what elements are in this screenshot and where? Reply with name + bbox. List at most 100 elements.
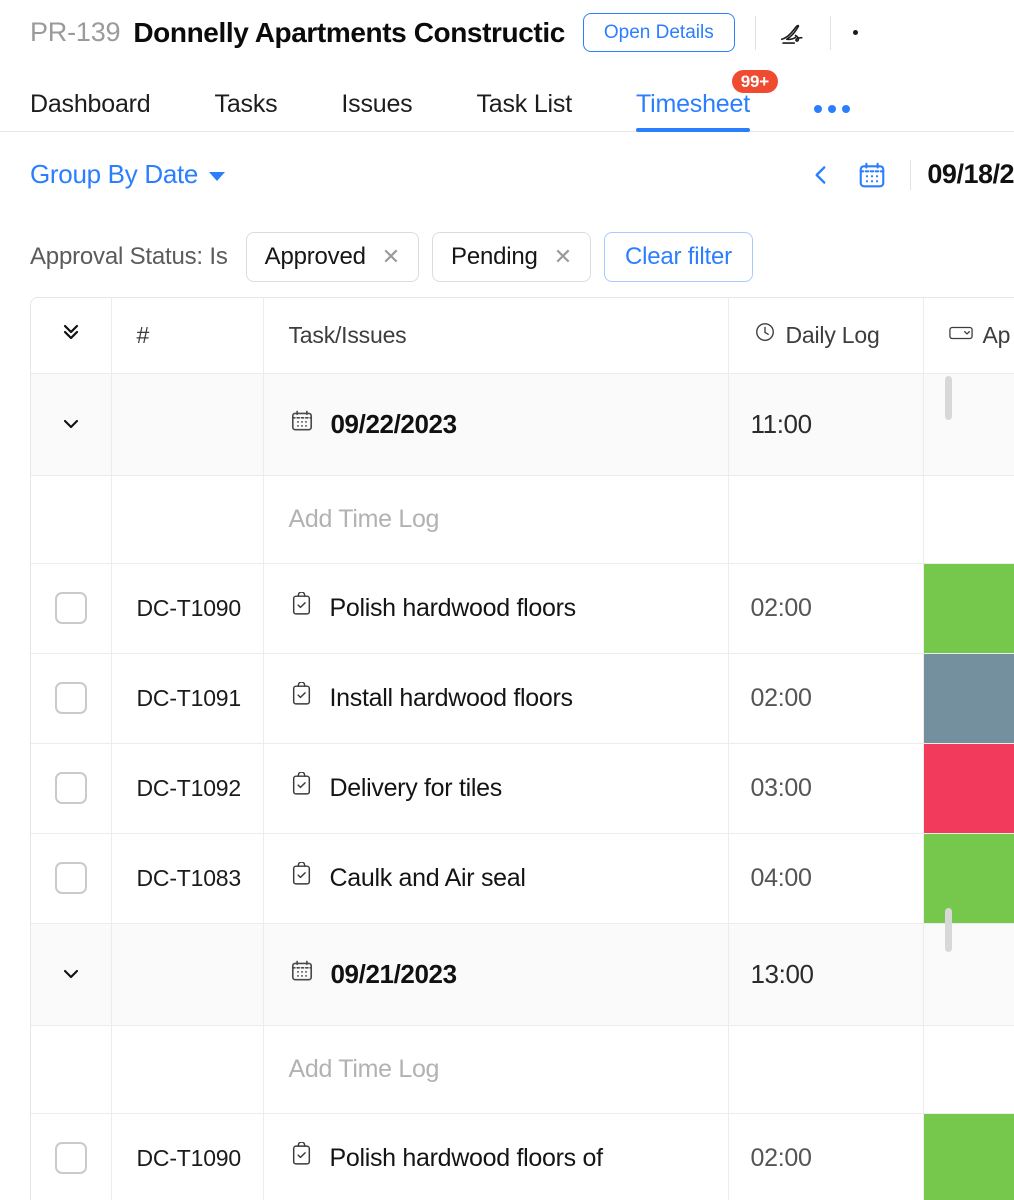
tab-task-list[interactable]: Task List <box>476 92 571 131</box>
add-time-log-row[interactable]: Add Time Log <box>31 1025 1014 1113</box>
clock-icon <box>754 321 776 349</box>
add-time-log-label[interactable]: Add Time Log <box>264 505 728 534</box>
task-name-label: Install hardwood floors <box>330 684 573 713</box>
row-select-cell[interactable] <box>31 743 111 833</box>
approval-status-badge: P <box>924 654 1014 743</box>
more-tabs-icon[interactable] <box>814 105 850 131</box>
row-task-cell[interactable]: Polish hardwood floors <box>263 563 728 653</box>
chevron-down-icon[interactable] <box>31 412 111 436</box>
add-time-log-label[interactable]: Add Time Log <box>264 1055 728 1084</box>
row-select-cell[interactable] <box>31 833 111 923</box>
column-header-task[interactable]: Task/Issues <box>263 298 728 373</box>
add-row-status-cell <box>923 475 1014 563</box>
view-toolbar: Group By Date 09/18/2 <box>0 132 1014 217</box>
row-log-cell[interactable]: 02:00 <box>728 1113 923 1200</box>
task-icon <box>289 862 314 894</box>
task-name-label: Polish hardwood floors <box>330 594 576 623</box>
group-total-cell: 13:00 <box>728 923 923 1025</box>
tab-tasks[interactable]: Tasks <box>215 92 278 131</box>
close-icon[interactable]: ✕ <box>554 246 572 268</box>
row-log-cell[interactable]: 02:00 <box>728 563 923 653</box>
dropdown-field-icon <box>949 322 973 349</box>
row-status-cell[interactable]: P <box>923 653 1014 743</box>
signature-icon[interactable] <box>776 16 810 50</box>
row-checkbox[interactable] <box>55 682 87 714</box>
group-number-cell <box>111 373 263 475</box>
group-expand-cell[interactable] <box>31 923 111 1025</box>
tab-label: Task List <box>476 90 571 118</box>
open-details-button[interactable]: Open Details <box>583 13 735 52</box>
row-task-cell[interactable]: Delivery for tiles <box>263 743 728 833</box>
row-status-cell[interactable]: Ap <box>923 833 1014 923</box>
column-header-number[interactable]: # <box>111 298 263 373</box>
add-time-log-cell[interactable]: Add Time Log <box>263 475 728 563</box>
row-number-cell: DC-T1090 <box>111 1113 263 1200</box>
filter-chip-pending[interactable]: Pending ✕ <box>432 232 591 282</box>
row-log-cell[interactable]: 02:00 <box>728 653 923 743</box>
table-row[interactable]: DC-T1090 Polish hardwood floors of 02:00… <box>31 1113 1014 1200</box>
table-row[interactable]: DC-T1090 Polish hardwood floors 02:00 Ap <box>31 563 1014 653</box>
row-status-cell[interactable]: R <box>923 743 1014 833</box>
tab-timesheet[interactable]: Timesheet 99+ <box>636 92 750 131</box>
table-row[interactable]: DC-T1091 Install hardwood floors 02:00 P <box>31 653 1014 743</box>
column-label: # <box>137 322 150 349</box>
add-row-select-cell <box>31 475 111 563</box>
row-log-cell[interactable]: 03:00 <box>728 743 923 833</box>
group-expand-cell[interactable] <box>31 373 111 475</box>
add-time-log-row[interactable]: Add Time Log <box>31 475 1014 563</box>
column-label: Task/Issues <box>289 322 407 349</box>
row-status-cell[interactable]: Ap <box>923 1113 1014 1200</box>
row-select-cell[interactable] <box>31 1113 111 1200</box>
group-header-row[interactable]: 09/22/2023 11:00 <box>31 373 1014 475</box>
chevron-down-icon[interactable] <box>31 962 111 986</box>
group-header-row[interactable]: 09/21/2023 13:00 <box>31 923 1014 1025</box>
filter-chip-approved[interactable]: Approved ✕ <box>246 232 419 282</box>
clear-filter-button[interactable]: Clear filter <box>604 232 753 282</box>
row-number-cell: DC-T1091 <box>111 653 263 743</box>
column-header-daily-log[interactable]: Daily Log <box>728 298 923 373</box>
tab-issues[interactable]: Issues <box>341 92 412 131</box>
group-number-cell <box>111 923 263 1025</box>
row-checkbox[interactable] <box>55 862 87 894</box>
primary-tabs: Dashboard Tasks Issues Task List Timeshe… <box>0 65 1014 132</box>
row-number-label: DC-T1092 <box>112 775 263 802</box>
calendar-icon <box>289 408 315 441</box>
add-time-log-cell[interactable]: Add Time Log <box>263 1025 728 1113</box>
column-header-select[interactable] <box>31 298 111 373</box>
add-row-log-cell <box>728 1025 923 1113</box>
filter-chip-label: Pending <box>451 243 538 271</box>
row-select-cell[interactable] <box>31 563 111 653</box>
row-log-cell[interactable]: 04:00 <box>728 833 923 923</box>
tab-dashboard[interactable]: Dashboard <box>30 92 151 131</box>
horizontal-scroll-indicator[interactable] <box>945 376 952 420</box>
row-task-cell[interactable]: Polish hardwood floors of <box>263 1113 728 1200</box>
chevron-left-icon[interactable] <box>800 154 842 196</box>
table-row[interactable]: DC-T1092 Delivery for tiles 03:00 R <box>31 743 1014 833</box>
row-checkbox[interactable] <box>55 1142 87 1174</box>
column-header-approval-status[interactable]: Ap <box>923 298 1014 373</box>
header-divider-1 <box>755 16 756 50</box>
filter-field-label: Approval Status: Is <box>30 243 228 271</box>
task-icon <box>289 592 314 624</box>
horizontal-scroll-indicator-2[interactable] <box>945 908 952 952</box>
toolbar-divider <box>910 160 911 190</box>
row-checkbox[interactable] <box>55 772 87 804</box>
approval-status-badge: R <box>924 744 1014 833</box>
more-options-icon[interactable] <box>853 30 858 35</box>
current-date-value[interactable]: 09/18/2 <box>927 159 1014 190</box>
row-status-cell[interactable]: Ap <box>923 563 1014 653</box>
group-by-dropdown[interactable]: Group By Date <box>30 159 225 190</box>
add-row-number-cell <box>111 1025 263 1113</box>
table-row[interactable]: DC-T1083 Caulk and Air seal 04:00 Ap <box>31 833 1014 923</box>
page-title: Donnelly Apartments Constructic <box>133 17 565 49</box>
calendar-icon[interactable] <box>850 154 894 196</box>
chevrons-down-icon[interactable] <box>59 320 83 350</box>
group-date-label: 09/21/2023 <box>331 959 457 990</box>
row-task-cell[interactable]: Install hardwood floors <box>263 653 728 743</box>
row-number-label: DC-T1083 <box>112 865 263 892</box>
close-icon[interactable]: ✕ <box>382 246 400 268</box>
row-checkbox[interactable] <box>55 592 87 624</box>
row-task-cell[interactable]: Caulk and Air seal <box>263 833 728 923</box>
row-select-cell[interactable] <box>31 653 111 743</box>
app-header: PR-139 Donnelly Apartments Constructic O… <box>0 0 1014 65</box>
